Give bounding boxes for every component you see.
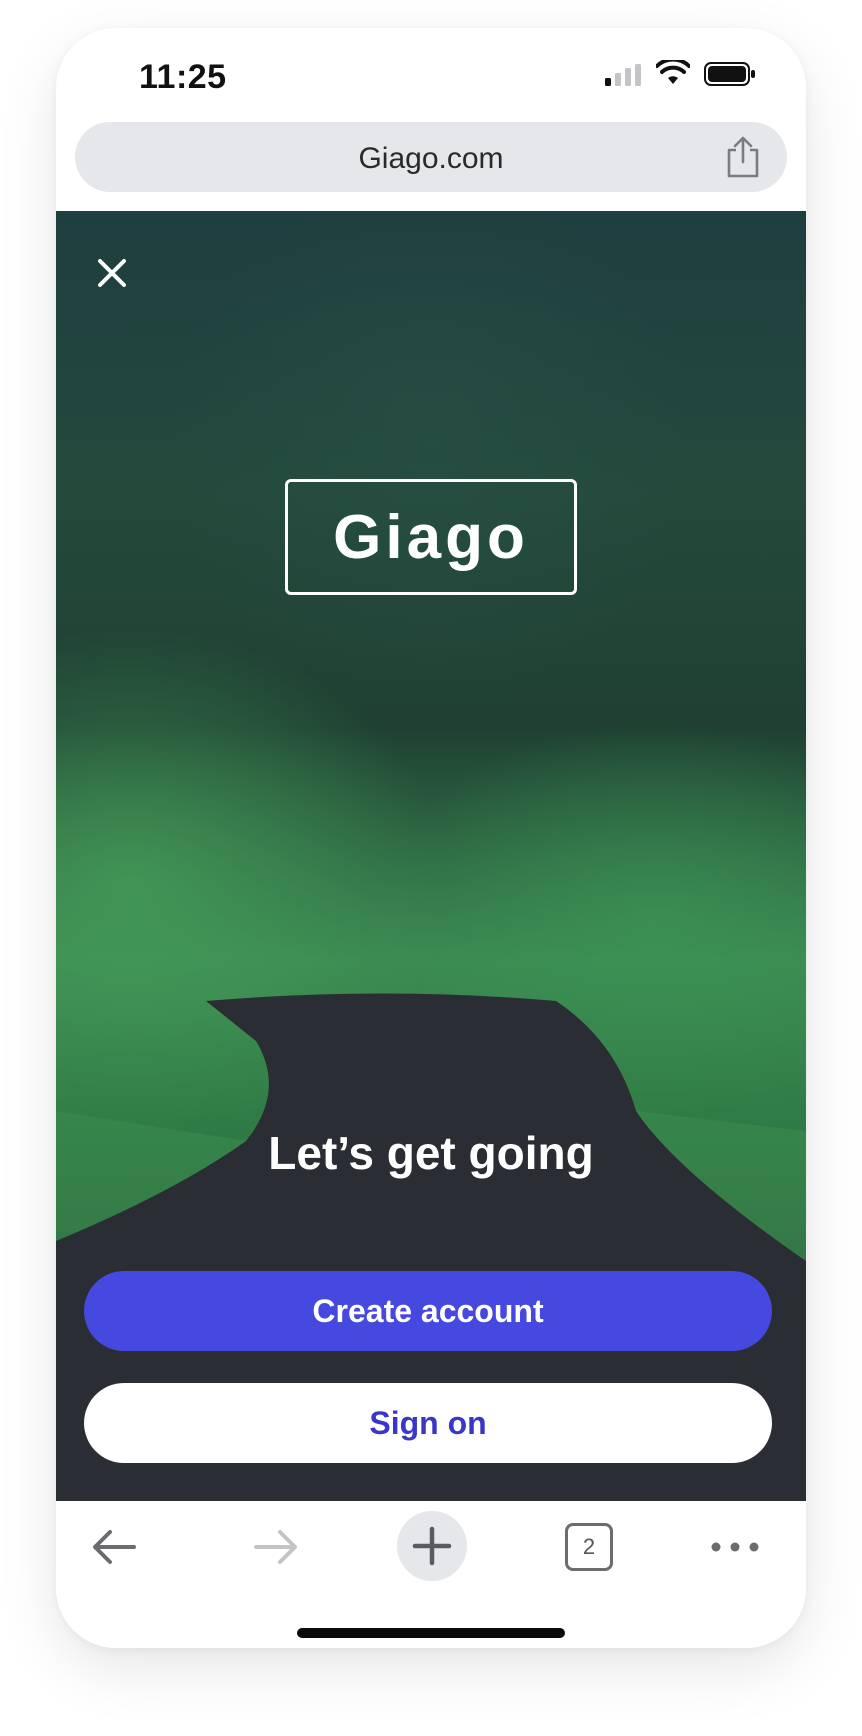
create-account-button[interactable]: Create account [84,1271,772,1351]
hero-section: Giago Let’s get going Create account Sig… [56,211,806,1501]
wifi-icon [656,60,690,84]
tab-count: 2 [582,1534,596,1559]
sign-on-button[interactable]: Sign on [84,1383,772,1463]
home-indicator[interactable] [297,1628,565,1638]
signal-icon [605,64,641,86]
forward-arrow-icon[interactable] [252,1527,300,1567]
phone-frame: 11:25 Giago.com Giago Let’s get going Cr… [56,28,806,1648]
tabs-icon[interactable]: 2 [565,1523,613,1571]
share-icon[interactable] [723,136,763,178]
more-icon[interactable] [709,1527,761,1567]
address-bar[interactable]: Giago.com [75,122,787,192]
battery-icon [704,62,755,86]
hero-headline: Let’s get going [268,1127,594,1179]
new-tab-button[interactable] [397,1511,467,1581]
status-time: 11:25 [139,58,227,96]
back-arrow-icon[interactable] [90,1527,138,1567]
brand-logo: Giago [285,479,577,595]
browser-toolbar: 2 [56,1501,806,1648]
plus-icon [412,1526,452,1566]
brand-logo-text: Giago [333,502,529,572]
close-icon[interactable] [92,253,132,293]
url-text[interactable]: Giago.com [75,142,787,176]
